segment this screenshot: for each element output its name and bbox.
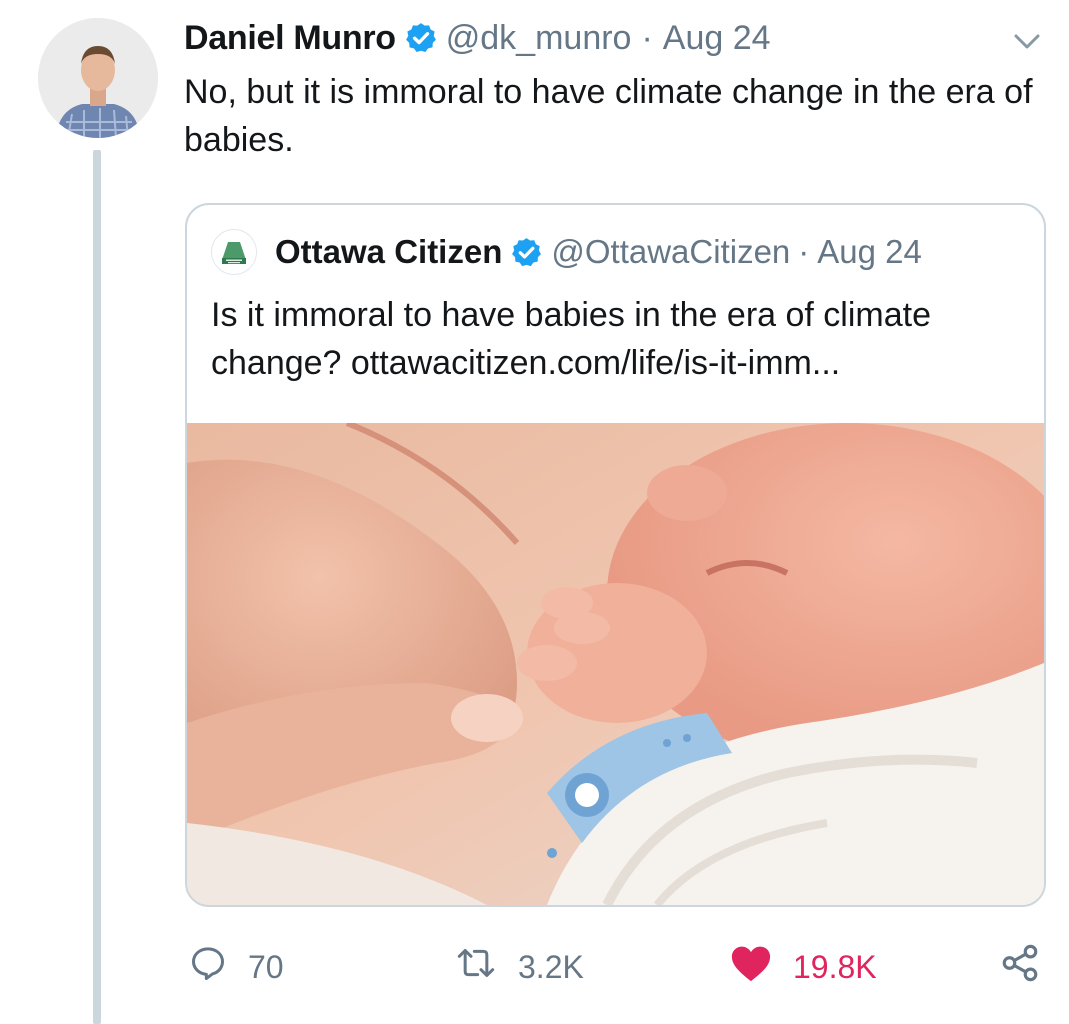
thread-line <box>93 150 101 1024</box>
quoted-author-handle[interactable]: @OttawaCitizen <box>551 233 790 271</box>
retweet-button[interactable]: 3.2K <box>454 940 584 994</box>
photo-illustration <box>187 420 1044 905</box>
author-handle[interactable]: @dk_munro <box>446 19 632 58</box>
separator-dot: · <box>798 233 810 270</box>
verified-badge-icon <box>510 236 543 269</box>
person-avatar-icon <box>38 18 158 138</box>
quoted-tweet-text: Is it immoral to have babies in the era … <box>211 296 931 382</box>
like-button[interactable]: 19.8K <box>729 940 877 994</box>
reply-bubble-icon <box>188 943 228 991</box>
separator-dot: · <box>641 18 653 57</box>
chevron-down-icon[interactable] <box>1012 26 1042 56</box>
avatar[interactable] <box>38 18 158 138</box>
quoted-tweet-header: Ottawa Citizen @OttawaCitizen · Aug 24 <box>211 229 922 275</box>
retweet-icon <box>454 943 498 991</box>
tweet-text: No, but it is immoral to have climate ch… <box>184 73 1033 159</box>
like-count: 19.8K <box>793 948 877 985</box>
reply-count: 70 <box>248 948 284 985</box>
tweet-actions: 70 3.2K 19.8K <box>184 940 1050 994</box>
retweet-count: 3.2K <box>518 948 584 985</box>
ottawa-citizen-logo-icon <box>211 229 257 275</box>
share-button[interactable] <box>999 940 1041 994</box>
heart-icon <box>729 943 773 991</box>
share-icon <box>999 942 1041 992</box>
quoted-tweet-date[interactable]: Aug 24 <box>817 233 922 271</box>
tweet-date[interactable]: Aug 24 <box>663 19 771 58</box>
reply-button[interactable]: 70 <box>188 940 284 994</box>
author-name[interactable]: Daniel Munro <box>184 19 396 58</box>
tweet-header: Daniel Munro @dk_munro · Aug 24 <box>184 16 771 60</box>
quoted-tweet-card[interactable]: Ottawa Citizen @OttawaCitizen · Aug 24 I… <box>185 203 1046 907</box>
verified-badge-icon <box>404 21 438 55</box>
baby-hand-photo[interactable] <box>187 420 1044 905</box>
quoted-author-name[interactable]: Ottawa Citizen <box>275 233 502 271</box>
